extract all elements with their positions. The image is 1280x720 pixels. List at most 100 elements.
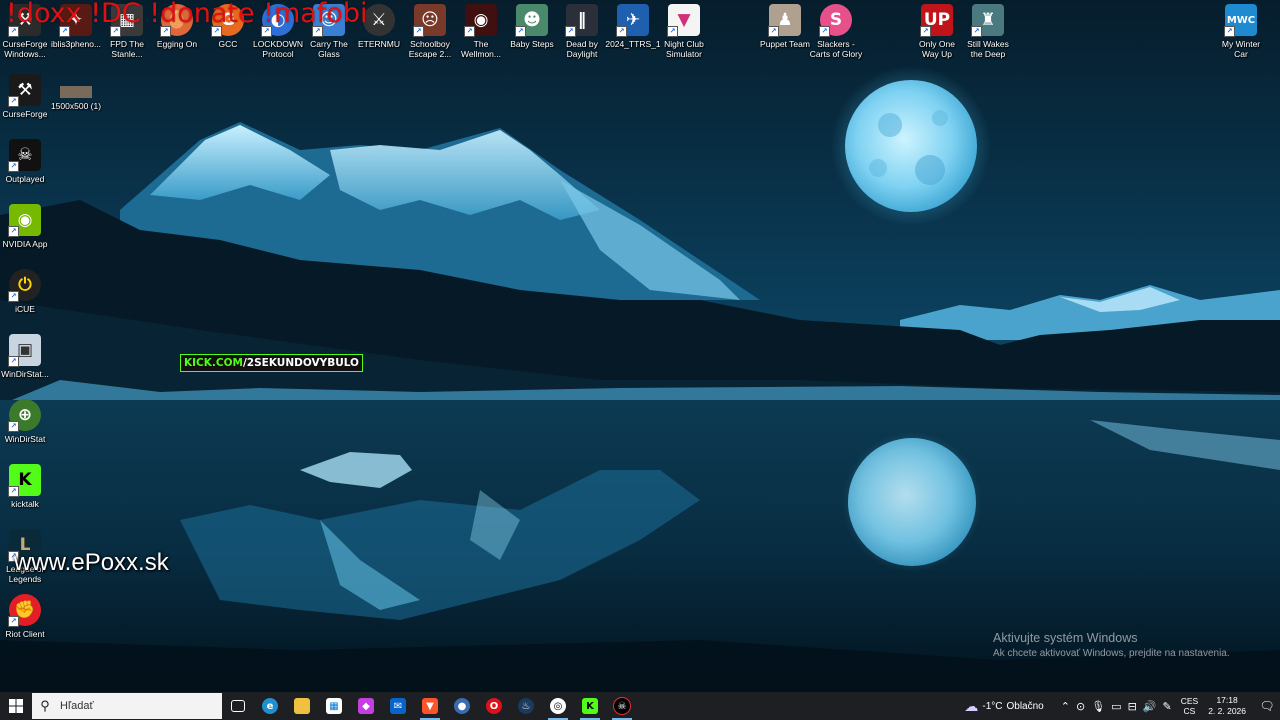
desktop-icon-egging-on[interactable]: 🥚 ↗ Egging On: [149, 4, 205, 49]
kick-channel-banner: KICK.COM/2SEKUNDOVYBULO: [180, 354, 363, 372]
desktop-icon-curseforge-windows[interactable]: ⚒ ↗ CurseForge Windows...: [0, 4, 53, 59]
nvidia-icon: ◉ ↗: [8, 204, 41, 237]
windirstat-computer-icon: ▣ ↗: [8, 334, 41, 367]
icue-power-icon: ⏻ ↗: [8, 269, 41, 302]
meet-now-icon[interactable]: ⊙: [1076, 700, 1085, 713]
taskbar-mail[interactable]: ✉: [382, 692, 414, 720]
taskbar-steam[interactable]: ♨: [510, 692, 542, 720]
taskbar-edge[interactable]: e: [254, 692, 286, 720]
clock-date: 2. 2. 2026: [1208, 706, 1246, 716]
kick-icon: K ↗: [8, 464, 41, 497]
desktop-icon-slackers[interactable]: S ↗ Slackers - Carts of Glory: [808, 4, 864, 59]
riot-fist-icon: ✊ ↗: [8, 594, 41, 627]
kick-icon: K: [582, 698, 598, 714]
taskbar-office[interactable]: ◆: [350, 692, 382, 720]
orb-icon: ●: [454, 698, 470, 714]
clock[interactable]: 17:18 2. 2. 2026: [1208, 695, 1246, 717]
desktop-icon-iblis[interactable]: ✦ ↗ iblis3pheno...: [48, 4, 104, 49]
desktop-icon-dead-by-daylight[interactable]: ‖ ↗ Dead by Daylight: [554, 4, 610, 59]
task-view-button[interactable]: [222, 692, 254, 720]
desktop-icon-night-club[interactable]: ▼ ↗ Night Club Simulator: [656, 4, 712, 59]
desktop-icon-windirstat-shortcut[interactable]: ▣ ↗ WinDirStat...: [0, 334, 53, 379]
folder-icon: [294, 698, 310, 714]
puppet-team-icon: ♟ ↗: [768, 4, 801, 37]
kick-channel-text: /2SEKUNDOVYBULO: [242, 357, 359, 369]
weather-temperature: -1°C: [982, 700, 1003, 712]
desktop-icon-puppet-team[interactable]: ♟ ↗ Puppet Team: [757, 4, 813, 49]
night-club-simulator-icon: ▼ ↗: [667, 4, 700, 37]
taskbar-opera[interactable]: O: [478, 692, 510, 720]
desktop-icon-baby-steps[interactable]: ☻ ↗ Baby Steps: [504, 4, 560, 49]
microphone-icon[interactable]: 🎙: [1091, 700, 1105, 713]
taskbar-store[interactable]: ▦: [318, 692, 350, 720]
kick-domain-text: KICK.COM: [184, 357, 243, 369]
desktop-icon-schoolboy[interactable]: ☹ ↗ Schoolboy Escape 2...: [402, 4, 458, 59]
desktop-icon-gcc[interactable]: G ↗ GCC: [200, 4, 256, 49]
display-icon[interactable]: ▭: [1111, 700, 1121, 713]
desktop-icon-still-wakes[interactable]: ♜ ↗ Still Wakes the Deep: [960, 4, 1016, 59]
windows-logo-icon: [9, 699, 23, 713]
website-watermark: www.ePoxx.sk: [14, 549, 169, 576]
slackers-icon: S ↗: [819, 4, 852, 37]
taskbar-brave[interactable]: ▼: [414, 692, 446, 720]
volume-icon[interactable]: 🔊: [1143, 700, 1157, 713]
egging-on-icon: 🥚 ↗: [160, 4, 193, 37]
only-one-way-up-icon: UP ↗: [920, 4, 953, 37]
desktop-icon-my-winter-car[interactable]: MWC ↗ My Winter Car: [1213, 4, 1269, 59]
desktop-icon-windirstat[interactable]: ⊕ ↗ WinDirStat: [0, 399, 53, 444]
network-icon[interactable]: ⊟: [1128, 700, 1137, 713]
steam-icon: ♨: [518, 698, 534, 714]
taskbar-outplayed[interactable]: ☠: [606, 692, 638, 720]
clock-time: 17:18: [1216, 695, 1238, 705]
desktop-icon-ttrs[interactable]: ✈ ↗ 2024_TTRS_1: [605, 4, 661, 49]
desktop-icon-kicktalk[interactable]: K ↗ kicktalk: [0, 464, 53, 509]
desktop-icon-outplayed[interactable]: ☠ ↗ Outplayed: [0, 139, 53, 184]
opera-icon: O: [486, 698, 502, 714]
dead-by-daylight-icon: ‖ ↗: [565, 4, 598, 37]
wellmonster-icon: ◉ ↗: [464, 4, 497, 37]
taskbar-obs[interactable]: ◎: [542, 692, 574, 720]
pen-icon[interactable]: ✎: [1162, 700, 1171, 713]
system-tray: ☁ -1°C Oblačno ⌃ ⊙ 🎙 ▭ ⊟ 🔊 ✎ CES CS 17:1…: [964, 692, 1280, 720]
store-icon: ▦: [326, 698, 342, 714]
iblis-game-icon: ✦ ↗: [59, 4, 92, 37]
desktop-icon-fpd[interactable]: ▦ ↗ FPD The Stanle...: [99, 4, 155, 59]
eternmu-icon: ⚔: [363, 4, 395, 36]
desktop-icon-curseforge[interactable]: ⚒ ↗ CurseForge: [0, 74, 53, 119]
chevron-up-icon[interactable]: ⌃: [1061, 700, 1070, 713]
schoolboy-escape-icon: ☹ ↗: [413, 4, 446, 37]
baby-steps-icon: ☻ ↗: [515, 4, 548, 37]
office-icon: ◆: [358, 698, 374, 714]
outplayed-icon: ☠ ↗: [8, 139, 41, 172]
lockdown-protocol-icon: ◐ ↗: [261, 4, 294, 37]
desktop-icon-eternmu[interactable]: ⚔ ETERNMU: [351, 4, 407, 49]
fpd-game-icon: ▦ ↗: [110, 4, 143, 37]
mail-icon: ✉: [390, 698, 406, 714]
weather-widget[interactable]: ☁ -1°C Oblačno: [964, 698, 1043, 715]
outplayed-taskbar-icon: ☠: [613, 697, 631, 715]
activation-title: Aktivujte systém Windows: [993, 631, 1138, 645]
taskbar-file-explorer[interactable]: [286, 692, 318, 720]
taskbar-kick[interactable]: K: [574, 692, 606, 720]
desktop-icon-icue[interactable]: ⏻ ↗ iCUE: [0, 269, 53, 314]
windows-activation-watermark: Aktivujte systém Windows Ak chcete aktiv…: [993, 631, 1230, 659]
desktop-icon-carry-the-glass[interactable]: ☺ ↗ Carry The Glass: [301, 4, 357, 59]
weather-condition: Oblačno: [1006, 700, 1044, 712]
search-input[interactable]: [58, 699, 212, 713]
desktop-icon-only-one-way-up[interactable]: UP ↗ Only One Way Up: [909, 4, 965, 59]
curseforge-icon: ⚒ ↗: [8, 4, 41, 37]
desktop-icon-riot-client[interactable]: ✊ ↗ Riot Client: [0, 594, 53, 639]
notifications-button[interactable]: 🗨: [1254, 692, 1280, 720]
desktop-icon-image-1500x500[interactable]: 1500x500 (1): [48, 74, 104, 111]
language-indicator[interactable]: CES CS: [1181, 696, 1198, 716]
brave-lion-icon: ▼: [422, 698, 438, 714]
desktop-icon-lockdown[interactable]: ◐ ↗ LOCKDOWN Protocol: [250, 4, 306, 59]
image-thumbnail-icon: [60, 86, 92, 98]
start-button[interactable]: [0, 692, 32, 720]
desktop-icon-wellmon[interactable]: ◉ ↗ The Wellmon...: [453, 4, 509, 59]
notification-icon: 🗨: [1259, 699, 1275, 713]
desktop-icon-nvidia-app[interactable]: ◉ ↗ NVIDIA App: [0, 204, 53, 249]
taskbar-app-orb[interactable]: ●: [446, 692, 478, 720]
edge-icon: e: [262, 698, 278, 714]
taskbar-search[interactable]: ⚲: [32, 693, 222, 719]
